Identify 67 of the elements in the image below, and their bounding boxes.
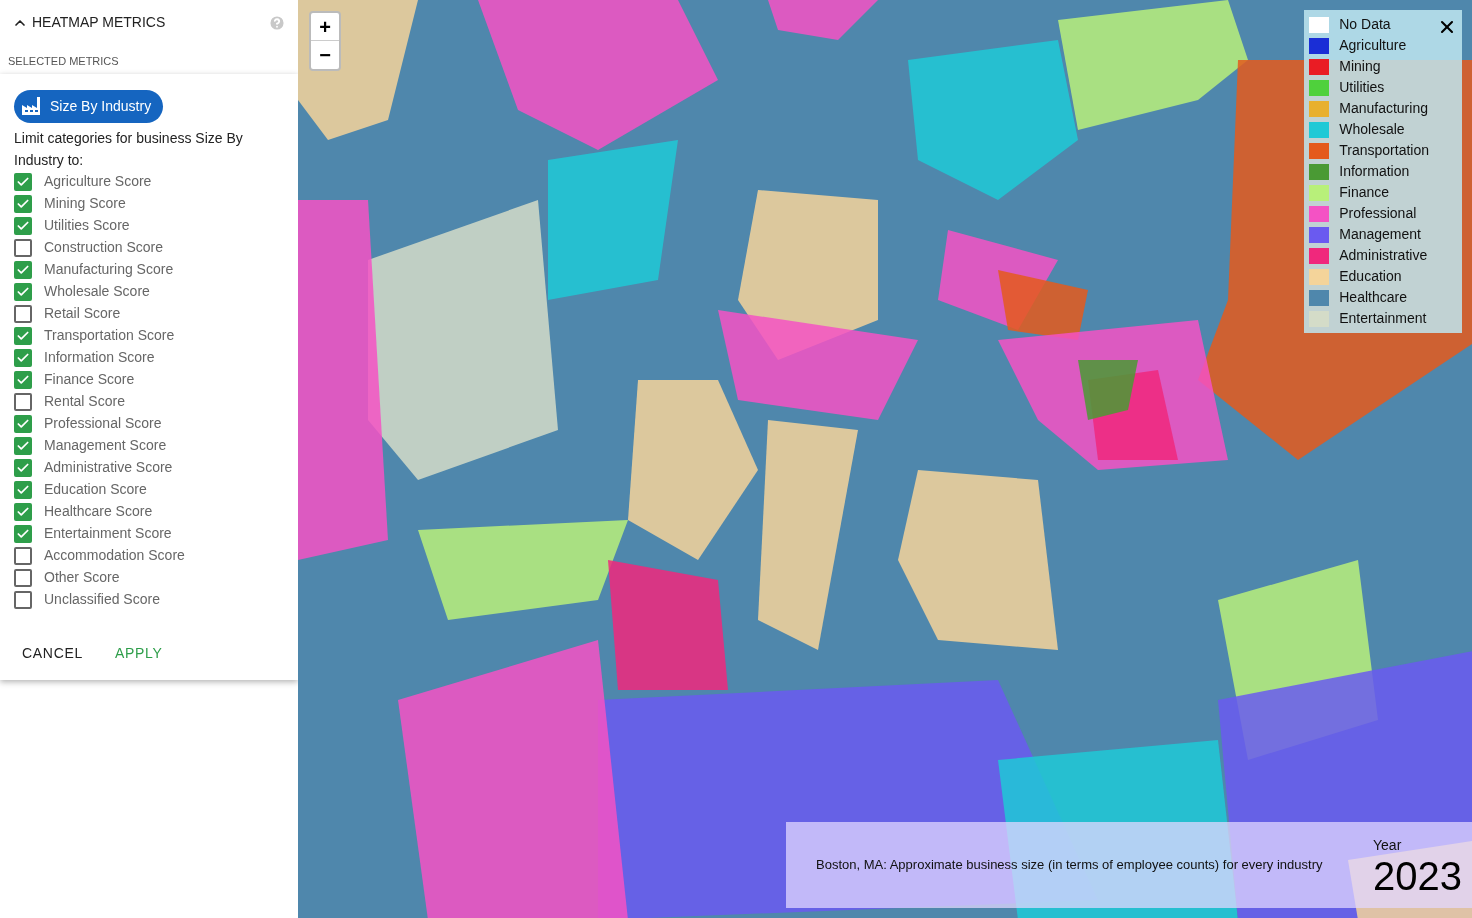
category-label: Manufacturing Score xyxy=(44,260,174,279)
checkbox[interactable] xyxy=(14,282,32,301)
category-label: Retail Score xyxy=(44,304,121,323)
year-label: Year xyxy=(1373,835,1403,855)
caption-text: Boston, MA: Approximate business size (in terms of employee counts) for every industry xyxy=(816,856,1323,875)
checkbox[interactable] xyxy=(14,414,32,433)
category-label: Other Score xyxy=(44,568,120,587)
checkbox[interactable] xyxy=(14,458,32,477)
legend-label: Manufacturing xyxy=(1339,99,1428,118)
legend-label: Utilities xyxy=(1339,78,1385,97)
category-label: Administrative Score xyxy=(44,458,173,477)
zoom-in-button[interactable]: + xyxy=(311,13,339,41)
category-label: Management Score xyxy=(44,436,167,455)
category-label: Agriculture Score xyxy=(44,172,152,191)
apply-button[interactable]: APPLY xyxy=(115,642,163,664)
checkbox[interactable] xyxy=(14,436,32,455)
legend-label: Information xyxy=(1339,162,1410,181)
year-value: 2023 xyxy=(1373,855,1462,896)
factory-icon xyxy=(22,97,42,115)
legend-label: Administrative xyxy=(1339,246,1428,265)
legend-label: Professional xyxy=(1339,204,1417,223)
cancel-button[interactable]: CANCEL xyxy=(22,642,83,664)
metric-button[interactable]: Size By Industry xyxy=(14,89,164,123)
checkbox[interactable] xyxy=(14,568,32,587)
checkbox[interactable] xyxy=(14,502,32,521)
panel-title: HEATMAP METRICS xyxy=(32,13,166,32)
checkbox[interactable] xyxy=(14,524,32,543)
legend-label: Mining xyxy=(1339,57,1381,76)
category-label: Unclassified Score xyxy=(44,590,160,609)
category-label: Healthcare Score xyxy=(44,502,153,521)
checkbox[interactable] xyxy=(14,194,32,213)
category-label: Education Score xyxy=(44,480,147,499)
checkbox[interactable] xyxy=(14,238,32,257)
checkbox[interactable] xyxy=(14,304,32,323)
category-label: Utilities Score xyxy=(44,216,130,235)
category-label: Construction Score xyxy=(44,238,164,257)
category-label: Rental Score xyxy=(44,392,125,411)
checkbox[interactable] xyxy=(14,392,32,411)
legend-label: Agriculture xyxy=(1339,36,1407,55)
instructions-text: Limit categories for business Size By Industry to: xyxy=(14,128,244,170)
checkbox[interactable] xyxy=(14,260,32,279)
checkbox[interactable] xyxy=(14,216,32,235)
legend-label: Transportation xyxy=(1339,141,1429,160)
legend-label: Finance xyxy=(1339,183,1390,202)
legend-label: Management xyxy=(1339,225,1421,244)
checkbox[interactable] xyxy=(14,546,32,565)
category-label: Accommodation Score xyxy=(44,546,185,565)
checkbox[interactable] xyxy=(14,348,32,367)
category-label: Entertainment Score xyxy=(44,524,172,543)
legend-label: Entertainment xyxy=(1339,309,1427,328)
section-label: SELECTED METRICS xyxy=(7,54,120,69)
checkbox[interactable] xyxy=(14,590,32,609)
legend-label: Education xyxy=(1339,267,1402,286)
legend-label: Healthcare xyxy=(1339,288,1407,307)
category-label: Information Score xyxy=(44,348,155,367)
category-label: Mining Score xyxy=(44,194,126,213)
zoom-out-button[interactable]: − xyxy=(311,41,339,69)
checkbox[interactable] xyxy=(14,370,32,389)
legend-label: No Data xyxy=(1339,15,1391,34)
legend-label: Wholesale xyxy=(1339,120,1405,139)
category-label: Wholesale Score xyxy=(44,282,150,301)
category-label: Transportation Score xyxy=(44,326,175,345)
checkbox[interactable] xyxy=(14,480,32,499)
checkbox[interactable] xyxy=(14,172,32,191)
checkbox[interactable] xyxy=(14,326,32,345)
category-label: Professional Score xyxy=(44,414,162,433)
category-label: Finance Score xyxy=(44,370,135,389)
